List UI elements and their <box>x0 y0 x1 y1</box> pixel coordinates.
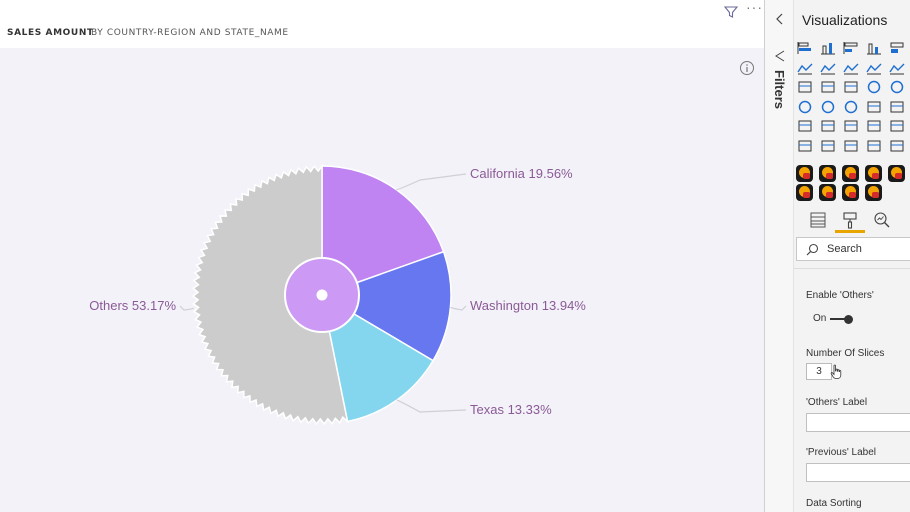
multirow-card-icon[interactable] <box>889 100 905 114</box>
active-tab-indicator <box>835 230 865 233</box>
leader-line-texas <box>396 399 467 413</box>
matrix-icon[interactable] <box>843 119 859 133</box>
leader-line-others <box>179 305 195 311</box>
enable-others-toggle[interactable] <box>830 315 854 324</box>
data-sorting-label: Data Sorting <box>806 498 862 509</box>
custom-visual-icon[interactable] <box>865 184 882 201</box>
clustered-column-icon[interactable] <box>866 41 882 55</box>
analytics-tab-icon[interactable] <box>872 210 892 230</box>
hand-cursor-icon <box>830 364 842 379</box>
fields-tab-icon[interactable] <box>808 210 828 230</box>
power-automate-icon[interactable] <box>866 139 882 153</box>
search-icon <box>806 243 819 256</box>
gauge-icon[interactable] <box>843 100 859 114</box>
table-icon[interactable] <box>820 119 836 133</box>
map-icon[interactable] <box>797 100 813 114</box>
page-icon[interactable] <box>797 139 813 153</box>
pane-tabs <box>794 206 910 234</box>
key-influencers-icon[interactable] <box>866 119 882 133</box>
custom-visual-icon[interactable] <box>888 165 905 182</box>
pie-chart[interactable]: California 19.56% Washington 13.94% Texas … <box>0 48 764 512</box>
visual-header: SALES AMOUNT BY COUNTRY-REGION AND STATE… <box>0 0 764 48</box>
line-chart-icon[interactable] <box>797 61 813 75</box>
line-column-icon[interactable] <box>866 61 882 75</box>
data-label-california: California 19.56% <box>470 166 573 181</box>
number-of-slices-label: Number Of Slices <box>806 348 885 359</box>
previous-label-input[interactable] <box>806 463 910 482</box>
filters-label[interactable]: Filters <box>769 70 791 110</box>
expand-filters-icon[interactable] <box>774 50 786 62</box>
custom-visual-icon[interactable] <box>796 184 813 201</box>
stacked-area-icon[interactable] <box>843 61 859 75</box>
format-tab-icon[interactable] <box>840 210 860 230</box>
center-dot <box>316 289 328 301</box>
filled-map-icon[interactable] <box>820 100 836 114</box>
pie-chart-icon[interactable] <box>866 80 882 94</box>
powerapps-icon[interactable] <box>843 139 859 153</box>
scatter-icon[interactable] <box>843 80 859 94</box>
info-icon[interactable] <box>739 60 755 76</box>
others-label-label: 'Others' Label <box>806 397 868 408</box>
custom-visual-icon[interactable] <box>796 165 813 182</box>
area-chart-icon[interactable] <box>820 61 836 75</box>
number-of-slices-input[interactable]: 3 <box>806 363 832 380</box>
100-bar-icon[interactable] <box>889 41 905 55</box>
decomposition-tree-icon[interactable] <box>889 119 905 133</box>
enable-others-label: Enable 'Others' <box>806 290 874 301</box>
custom-visual-icon[interactable] <box>819 184 836 201</box>
leader-line-washington <box>450 305 467 311</box>
donut-chart-icon[interactable] <box>889 80 905 94</box>
card-icon[interactable] <box>866 100 882 114</box>
data-label-texas: Texas 13.33% <box>470 402 552 417</box>
search-placeholder: Search <box>827 243 862 255</box>
custom-visual-icon[interactable] <box>819 165 836 182</box>
clustered-bar-icon[interactable] <box>843 41 859 55</box>
chevron-left-icon[interactable] <box>774 12 786 26</box>
filter-icon[interactable] <box>723 4 739 20</box>
ribbon-chart-icon[interactable] <box>889 61 905 75</box>
pane-title: Visualizations <box>802 12 888 28</box>
more-options-icon[interactable]: ··· <box>746 0 762 16</box>
toggle-state-text: On <box>813 313 827 324</box>
visual-title: SALES AMOUNT <box>7 28 94 38</box>
paginated-report-icon[interactable] <box>820 139 836 153</box>
custom-visual-icon[interactable] <box>842 165 859 182</box>
custom-visual-icon[interactable] <box>865 165 882 182</box>
waterfall-icon[interactable] <box>797 80 813 94</box>
divider <box>794 268 910 269</box>
stacked-column-icon[interactable] <box>820 41 836 55</box>
others-label-input[interactable] <box>806 413 910 432</box>
visual-subtitle: BY COUNTRY-REGION AND STATE_NAME <box>91 28 289 38</box>
kpi-icon[interactable] <box>797 119 813 133</box>
stacked-bar-icon[interactable] <box>797 41 813 55</box>
custom-visual-icon[interactable] <box>842 184 859 201</box>
data-label-others: Others 53.17% <box>89 298 176 313</box>
app-window: SALES AMOUNT BY COUNTRY-REGION AND STATE… <box>0 0 910 512</box>
leader-line-california <box>396 173 467 191</box>
funnel-icon[interactable] <box>820 80 836 94</box>
chevron-visual-icon[interactable] <box>889 139 905 153</box>
search-input[interactable]: Search <box>796 237 910 261</box>
previous-label-label: 'Previous' Label <box>806 447 876 458</box>
filters-pane-collapsed[interactable]: Filters <box>764 0 794 512</box>
report-canvas-area: SALES AMOUNT BY COUNTRY-REGION AND STATE… <box>0 0 764 512</box>
visualizations-pane: Visualizations Search Enable 'Others' On… <box>794 0 910 512</box>
data-label-washington: Washington 13.94% <box>470 298 586 313</box>
